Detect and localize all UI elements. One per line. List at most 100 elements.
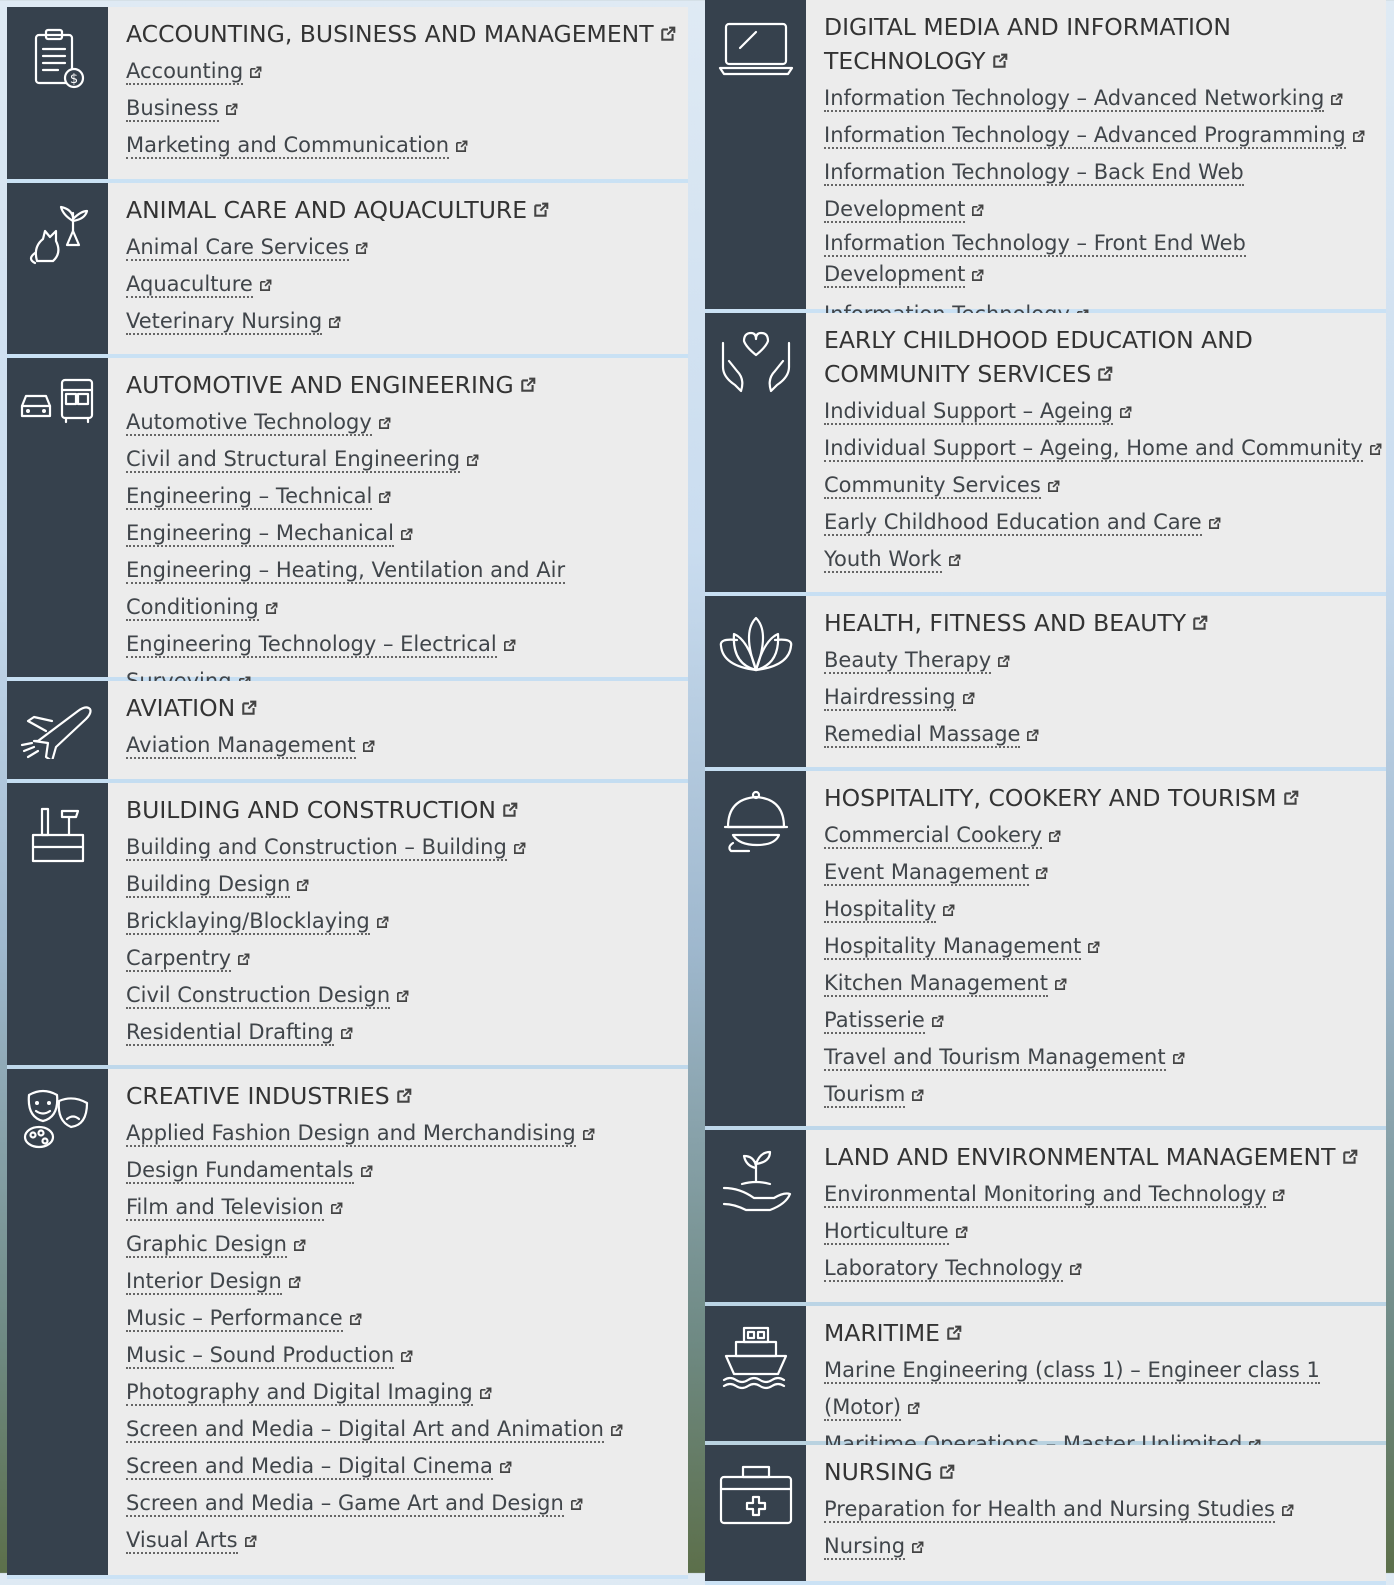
laptop-icon bbox=[716, 0, 796, 82]
category-title-link[interactable]: Health, Fitness and Beauty bbox=[824, 606, 1386, 640]
category-title-link[interactable]: Hospitality, Cookery and Tourism bbox=[824, 781, 1386, 815]
category-title-link[interactable]: Creative Industries bbox=[126, 1079, 688, 1113]
course-link-applied-fashion-design-and-merchandising[interactable]: Applied Fashion Design and Merchandising bbox=[126, 1115, 688, 1152]
course-link-building-design[interactable]: Building Design bbox=[126, 866, 688, 903]
category-title-link[interactable]: Land and Environmental Management bbox=[824, 1140, 1386, 1174]
category-title-link[interactable]: EARLY CHILDHOOD EDUCATION AND COMMUNITY S… bbox=[824, 323, 1386, 391]
course-link-interior-design[interactable]: Interior Design bbox=[126, 1263, 688, 1300]
course-link-engineering-heating-ventilation-and-air-conditioning[interactable]: Engineering – Heating, Ventilation and A… bbox=[126, 552, 688, 626]
course-link-engineering-technology-electrical[interactable]: Engineering Technology – Electrical bbox=[126, 626, 688, 663]
course-link-screen-and-media-digital-art-and-animation[interactable]: Screen and Media – Digital Art and Anima… bbox=[126, 1411, 688, 1448]
course-link-tourism[interactable]: Tourism bbox=[824, 1076, 1386, 1113]
external-link-icon bbox=[912, 1541, 924, 1553]
course-link-music-performance[interactable]: Music – Performance bbox=[126, 1300, 688, 1337]
category-title-link[interactable]: Automotive and Engineering bbox=[126, 368, 688, 402]
category-card-early-childhood-education-and-community-services: EARLY CHILDHOOD EDUCATION AND COMMUNITY S… bbox=[705, 313, 1386, 596]
course-link-nursing[interactable]: Nursing bbox=[824, 1528, 1386, 1565]
course-link-aquaculture[interactable]: Aquaculture bbox=[126, 266, 688, 303]
course-link-travel-and-tourism-management[interactable]: Travel and Tourism Management bbox=[824, 1039, 1386, 1076]
course-link-horticulture[interactable]: Horticulture bbox=[824, 1213, 1386, 1250]
course-label: Accounting bbox=[126, 59, 244, 85]
category-title-link[interactable]: Aviation bbox=[126, 691, 688, 725]
course-link-aviation-management[interactable]: Aviation Management bbox=[126, 727, 688, 764]
external-link-icon bbox=[1282, 1504, 1294, 1516]
category-title-link[interactable]: Nursing bbox=[824, 1455, 1386, 1489]
course-link-film-and-television[interactable]: Film and Television bbox=[126, 1189, 688, 1226]
course-link-marine-engineering-class-1-engineer-class-1-motor[interactable]: Marine Engineering (class 1) – Engineer … bbox=[824, 1352, 1386, 1426]
course-link-individual-support-ageing[interactable]: Individual Support – Ageing bbox=[824, 393, 1386, 430]
course-link-community-services[interactable]: Community Services bbox=[824, 467, 1386, 504]
category-icon-panel bbox=[7, 681, 108, 779]
external-link-icon bbox=[503, 639, 516, 651]
course-link-information-technology-front-end-web-development[interactable]: Information Technology – Front End Web De… bbox=[824, 228, 1386, 290]
course-link-building-and-construction-building[interactable]: Building and Construction – Building bbox=[126, 829, 688, 866]
course-link-beauty-therapy[interactable]: Beauty Therapy bbox=[824, 642, 1386, 679]
course-link-business[interactable]: Business bbox=[126, 90, 688, 127]
category-title-link[interactable]: Building and Construction bbox=[126, 793, 688, 827]
course-link-residential-drafting[interactable]: Residential Drafting bbox=[126, 1014, 688, 1051]
course-link-hospitality[interactable]: Hospitality bbox=[824, 891, 1386, 928]
external-link-icon bbox=[479, 1387, 492, 1399]
category-title-text: Maritime bbox=[824, 1319, 941, 1347]
course-link-engineering-technical[interactable]: Engineering – Technical bbox=[126, 478, 688, 515]
course-label: Engineering – Technical bbox=[126, 484, 373, 510]
course-link-screen-and-media-digital-cinema[interactable]: Screen and Media – Digital Cinema bbox=[126, 1448, 688, 1485]
course-link-automotive-technology[interactable]: Automotive Technology bbox=[126, 404, 688, 441]
external-link-icon bbox=[1369, 443, 1382, 455]
category-icon-panel bbox=[7, 358, 108, 677]
course-link-kitchen-management[interactable]: Kitchen Management bbox=[824, 965, 1386, 1002]
course-link-environmental-monitoring-and-technology[interactable]: Environmental Monitoring and Technology bbox=[824, 1176, 1386, 1213]
course-link-civil-construction-design[interactable]: Civil Construction Design bbox=[126, 977, 688, 1014]
course-link-early-childhood-education-and-care[interactable]: Early Childhood Education and Care bbox=[824, 504, 1386, 541]
external-link-icon bbox=[610, 1424, 623, 1436]
course-label: Information Technology – Front End Web De… bbox=[824, 231, 1246, 288]
course-label: Laboratory Technology bbox=[824, 1256, 1063, 1282]
external-link-icon bbox=[356, 242, 368, 254]
category-title-link[interactable]: Maritime bbox=[824, 1316, 1386, 1350]
course-link-individual-support-ageing-home-and-community[interactable]: Individual Support – Ageing, Home and Co… bbox=[824, 430, 1386, 467]
external-link-icon bbox=[1119, 406, 1132, 418]
course-link-bricklaying-blocklaying[interactable]: Bricklaying/Blocklaying bbox=[126, 903, 688, 940]
course-link-patisserie[interactable]: Patisserie bbox=[824, 1002, 1386, 1039]
course-label: Music – Performance bbox=[126, 1306, 343, 1332]
category-card-hospitality-cookery-and-tourism: Hospitality, Cookery and Tourism Commerci… bbox=[705, 771, 1386, 1130]
category-title-link[interactable]: Accounting, Business and Management bbox=[126, 17, 688, 51]
category-body: Land and Environmental Management Environ… bbox=[806, 1130, 1386, 1302]
course-link-carpentry[interactable]: Carpentry bbox=[126, 940, 688, 977]
category-card-automotive-and-engineering: Automotive and Engineering Automotive Tec… bbox=[7, 358, 688, 695]
course-label: Screen and Media – Digital Cinema bbox=[126, 1454, 493, 1480]
course-link-engineering-mechanical[interactable]: Engineering – Mechanical bbox=[126, 515, 688, 552]
course-link-remedial-massage[interactable]: Remedial Massage bbox=[824, 716, 1386, 753]
course-link-laboratory-technology[interactable]: Laboratory Technology bbox=[824, 1250, 1386, 1287]
external-link-icon bbox=[1047, 480, 1060, 492]
course-link-animal-care-services[interactable]: Animal Care Services bbox=[126, 229, 688, 266]
category-title-link[interactable]: Animal Care and Aquaculture bbox=[126, 193, 688, 227]
course-link-accounting[interactable]: Accounting bbox=[126, 53, 688, 90]
course-link-photography-and-digital-imaging[interactable]: Photography and Digital Imaging bbox=[126, 1374, 688, 1411]
course-link-hospitality-management[interactable]: Hospitality Management bbox=[824, 928, 1386, 965]
course-link-music-sound-production[interactable]: Music – Sound Production bbox=[126, 1337, 688, 1374]
course-link-graphic-design[interactable]: Graphic Design bbox=[126, 1226, 688, 1263]
category-title-link[interactable]: DIGITAL MEDIA AND INFORMATION TECHNOLOGY bbox=[824, 10, 1386, 78]
course-link-visual-arts[interactable]: Visual Arts bbox=[126, 1522, 688, 1559]
course-label: Patisserie bbox=[824, 1008, 925, 1034]
course-link-information-technology-advanced-programming[interactable]: Information Technology – Advanced Progra… bbox=[824, 117, 1386, 154]
medical-kit-icon bbox=[717, 1445, 795, 1531]
course-link-civil-and-structural-engineering[interactable]: Civil and Structural Engineering bbox=[126, 441, 688, 478]
course-link-veterinary-nursing[interactable]: Veterinary Nursing bbox=[126, 303, 688, 340]
course-link-marketing-and-communication[interactable]: Marketing and Communication bbox=[126, 127, 688, 164]
course-link-hairdressing[interactable]: Hairdressing bbox=[824, 679, 1386, 716]
course-link-event-management[interactable]: Event Management bbox=[824, 854, 1386, 891]
course-link-preparation-for-health-and-nursing-studies[interactable]: Preparation for Health and Nursing Studi… bbox=[824, 1491, 1386, 1528]
course-link-commercial-cookery[interactable]: Commercial Cookery bbox=[824, 817, 1386, 854]
course-link-design-fundamentals[interactable]: Design Fundamentals bbox=[126, 1152, 688, 1189]
category-icon-panel bbox=[705, 1306, 806, 1441]
course-link-information-technology-back-end-web-development[interactable]: Information Technology – Back End Web De… bbox=[824, 154, 1386, 228]
course-link-screen-and-media-game-art-and-design[interactable]: Screen and Media – Game Art and Design bbox=[126, 1485, 688, 1522]
category-card-maritime: Maritime Marine Engineering (class 1) – E… bbox=[705, 1306, 1386, 1458]
cat-plant-icon bbox=[27, 183, 89, 273]
course-link-youth-work[interactable]: Youth Work bbox=[824, 541, 1386, 578]
category-title-text: Nursing bbox=[824, 1458, 933, 1486]
category-title-text: Hospitality, Cookery and Tourism bbox=[824, 784, 1277, 812]
course-link-information-technology-advanced-networking[interactable]: Information Technology – Advanced Networ… bbox=[824, 80, 1386, 117]
